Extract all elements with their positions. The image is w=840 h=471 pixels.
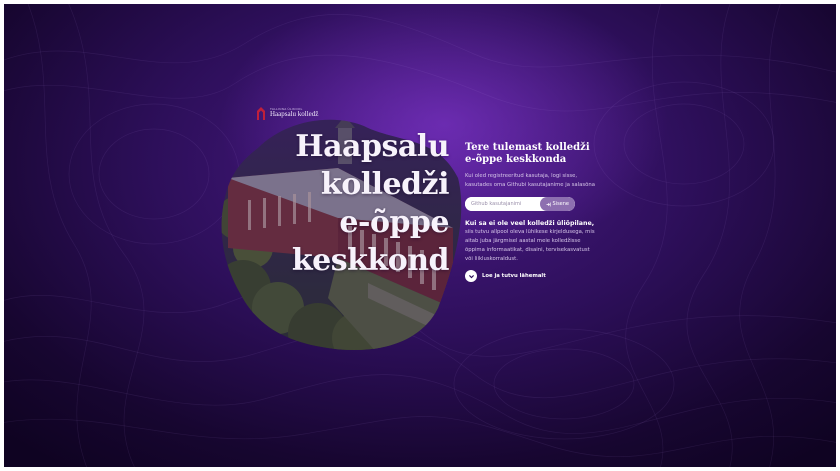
login-button[interactable]: Sisene (539, 197, 575, 211)
read-more-label[interactable]: Loe ja tutvu lähemalt (482, 273, 546, 279)
hero-title-line: keskkond (291, 243, 450, 278)
chevron-down-icon (468, 274, 474, 278)
hero-title: Haapsalu kolledži e-õppe keskkond (244, 128, 450, 280)
welcome-description: Kui oled registreeritud kasutaja, logi s… (465, 173, 595, 188)
notice-title: Kui sa ei ole veel kolledži üliõpilane, (465, 220, 595, 227)
page-frame: TALLINNA ÜLIKOOL Haapsalu kolledž Haapsa… (4, 4, 836, 467)
college-arch-icon (257, 107, 265, 120)
hero-title-line: kolledži (320, 167, 450, 202)
college-logo[interactable]: TALLINNA ÜLIKOOL Haapsalu kolledž (256, 106, 318, 120)
read-more-button[interactable] (465, 270, 477, 282)
notice-description: siis tutvu allpool oleva lühikese kirjel… (465, 229, 595, 262)
login-arrow-icon (546, 202, 551, 206)
read-more-link[interactable]: Loe ja tutvu lähemalt (465, 270, 595, 282)
logo-college-name: Haapsalu kolledž (270, 110, 319, 118)
login-form: Sisene (465, 197, 575, 211)
hero-title-line: Haapsalu (295, 129, 449, 164)
welcome-title: Tere tulemast kolledži e-õppe keskkonda (465, 142, 590, 165)
login-button-label: Sisene (552, 201, 570, 207)
login-panel: Tere tulemast kolledži e-õppe keskkonda … (465, 142, 595, 282)
github-username-input[interactable] (465, 197, 540, 211)
hero-title-line: e-õppe (339, 205, 449, 240)
